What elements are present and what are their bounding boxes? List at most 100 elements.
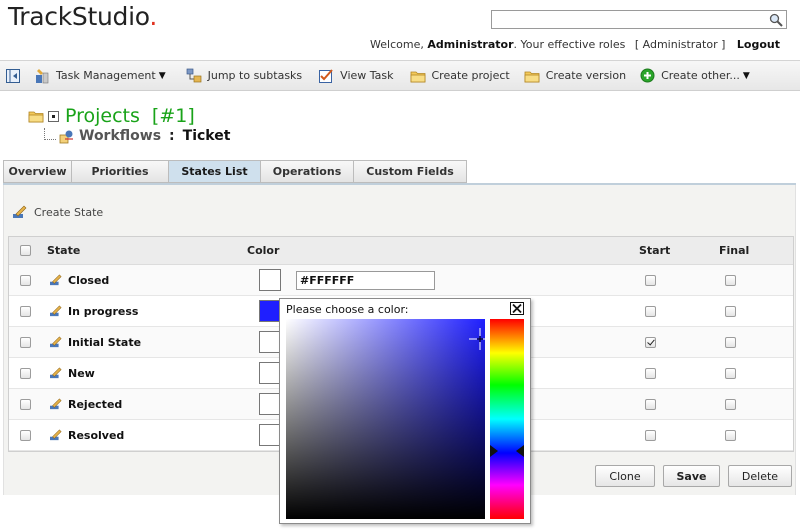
edit-pen-icon[interactable] <box>49 367 63 379</box>
project-title[interactable]: Projects <box>65 105 140 127</box>
saturation-value-area[interactable] <box>286 319 491 519</box>
delete-button[interactable]: Delete <box>728 465 792 487</box>
state-name[interactable]: Rejected <box>68 398 122 411</box>
workflows-link[interactable]: Workflows <box>79 128 161 144</box>
color-swatch[interactable] <box>259 300 281 322</box>
save-button[interactable]: Save <box>663 465 720 487</box>
main-toolbar: Task Management ▼ Jump to subtasks View … <box>0 60 800 91</box>
color-swatch[interactable] <box>259 393 281 415</box>
toolbar-create-other[interactable]: Create other... ▼ <box>640 61 750 90</box>
current-workflow: Ticket <box>182 128 231 144</box>
toolbar-task-management[interactable]: Task Management ▼ <box>34 61 166 90</box>
tab-custom-fields[interactable]: Custom Fields <box>353 160 467 183</box>
folder-icon <box>524 71 540 82</box>
search-input[interactable] <box>491 10 787 29</box>
search-icon[interactable] <box>769 13 783 27</box>
tab-states-list[interactable]: States List <box>168 160 260 183</box>
column-state[interactable]: State <box>47 237 80 264</box>
project-number: [#1] <box>151 105 195 127</box>
color-swatch[interactable] <box>259 331 281 353</box>
color-hex-input[interactable] <box>296 270 435 290</box>
select-all-checkbox[interactable] <box>20 245 31 256</box>
tab-bar: Overview Priorities States List Operatio… <box>3 160 467 183</box>
tools-icon <box>36 68 49 83</box>
breadcrumb-separator: : <box>169 128 175 144</box>
start-checkbox[interactable] <box>645 336 656 348</box>
row-select-checkbox[interactable] <box>20 274 31 286</box>
state-name[interactable]: In progress <box>68 305 138 318</box>
start-checkbox[interactable] <box>645 274 656 286</box>
clone-button[interactable]: Clone <box>595 465 655 487</box>
panel-toggle-icon[interactable] <box>6 68 20 83</box>
start-checkbox[interactable] <box>645 429 656 441</box>
create-state-link[interactable]: Create State <box>12 205 103 219</box>
start-checkbox[interactable] <box>645 305 656 317</box>
app-logo: TrackStudio. <box>8 2 157 31</box>
state-name[interactable]: New <box>68 367 95 380</box>
table-header: State Color Start Final <box>9 237 793 265</box>
tree-connector <box>44 128 56 140</box>
row-select-checkbox[interactable] <box>20 429 31 441</box>
column-start: Start <box>639 244 671 257</box>
final-checkbox[interactable] <box>725 367 736 379</box>
column-final: Final <box>719 244 750 257</box>
color-swatch[interactable] <box>259 269 281 291</box>
logout-link[interactable]: Logout <box>737 38 780 51</box>
color-swatch[interactable] <box>259 362 281 384</box>
toolbar-create-project[interactable]: Create project <box>410 61 510 90</box>
final-checkbox[interactable] <box>725 429 736 441</box>
row-select-checkbox[interactable] <box>20 398 31 410</box>
edit-pen-icon[interactable] <box>49 274 63 286</box>
tab-overview[interactable]: Overview <box>3 160 71 183</box>
edit-pen-icon <box>13 205 27 218</box>
final-checkbox[interactable] <box>725 305 736 317</box>
toolbar-view-task[interactable]: View Task <box>318 61 394 90</box>
crosshair-icon[interactable] <box>469 328 491 350</box>
edit-pen-icon[interactable] <box>49 398 63 410</box>
roles-prefix: . Your effective roles <box>513 38 626 51</box>
start-checkbox[interactable] <box>645 398 656 410</box>
hue-slider-handle-left[interactable] <box>490 445 498 457</box>
close-button[interactable] <box>510 302 524 315</box>
chevron-down-icon: ▼ <box>158 70 166 81</box>
hue-slider[interactable] <box>490 319 524 519</box>
close-icon[interactable] <box>511 303 523 314</box>
row-select-checkbox[interactable] <box>20 367 31 379</box>
toolbar-item-label: Create other... <box>661 69 740 82</box>
color-swatch[interactable] <box>259 424 281 446</box>
subtasks-icon <box>186 68 201 82</box>
hue-slider-handle-right[interactable] <box>516 445 524 457</box>
table-row: Closed <box>9 265 793 296</box>
toolbar-item-label: Task Management <box>56 69 156 82</box>
row-select-checkbox[interactable] <box>20 336 31 348</box>
state-name[interactable]: Resolved <box>68 429 124 442</box>
start-checkbox[interactable] <box>645 367 656 379</box>
toolbar-create-version[interactable]: Create version <box>524 61 626 90</box>
chevron-down-icon: ▼ <box>742 70 750 81</box>
final-checkbox[interactable] <box>725 274 736 286</box>
state-name[interactable]: Closed <box>68 274 109 287</box>
toolbar-item-label: View Task <box>340 69 394 82</box>
color-picker-popup: Please choose a color: <box>279 298 531 524</box>
tree-collapse-icon[interactable] <box>48 110 59 122</box>
tab-operations[interactable]: Operations <box>260 160 353 183</box>
collapse-panel-button[interactable] <box>6 61 26 90</box>
edit-pen-icon[interactable] <box>49 336 63 348</box>
edit-pen-icon[interactable] <box>49 429 63 441</box>
final-checkbox[interactable] <box>725 398 736 410</box>
edit-pen-icon[interactable] <box>49 305 63 317</box>
folder-icon <box>410 71 425 82</box>
color-picker-title: Please choose a color: <box>286 303 409 316</box>
roles-list: [ Administrator ] <box>634 38 726 51</box>
toolbar-item-label: Jump to subtasks <box>207 69 303 82</box>
state-name[interactable]: Initial State <box>68 336 141 349</box>
tab-priorities[interactable]: Priorities <box>71 160 168 183</box>
toolbar-item-label: Create version <box>545 69 627 82</box>
project-breadcrumb: Projects [#1] <box>28 105 195 127</box>
welcome-bar: Welcome, Administrator. Your effective r… <box>370 38 780 51</box>
final-checkbox[interactable] <box>725 336 736 348</box>
row-select-checkbox[interactable] <box>20 305 31 317</box>
toolbar-jump-to-subtasks[interactable]: Jump to subtasks <box>186 61 303 90</box>
project-link[interactable]: Projects [#1] <box>65 105 195 127</box>
logo-dot: . <box>149 2 157 31</box>
